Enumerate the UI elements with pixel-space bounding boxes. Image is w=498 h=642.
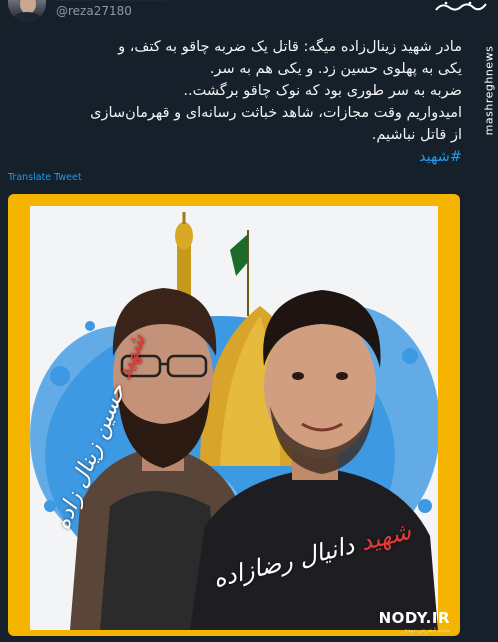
memorial-poster: شهید حسین زینال زاده شهید دانیال رضازاده bbox=[30, 206, 438, 630]
user-handle[interactable]: @reza27180 bbox=[56, 4, 132, 18]
side-watermark: mashreghnews bbox=[482, 20, 496, 160]
side-watermark-text: mashreghnews bbox=[482, 45, 496, 135]
avatar[interactable] bbox=[8, 0, 46, 22]
avatar-shirt bbox=[12, 12, 42, 22]
tweet-line: مادر شهید زینال‌زاده میگه: قاتل یک ضربه … bbox=[118, 39, 462, 55]
display-name-cropped bbox=[56, 0, 166, 1]
tweet-line: امیدواریم وقت مجازات، شاهد خباثت رسانه‌ا… bbox=[90, 105, 462, 121]
tweet-line: از قاتل نباشیم. bbox=[371, 127, 462, 143]
site-watermark: NODY.IR مجله اینترنتی نودی bbox=[379, 609, 450, 634]
green-flag bbox=[230, 234, 248, 276]
site-watermark-text: NODY.IR bbox=[378, 609, 450, 627]
tweet-header: @reza27180 bbox=[0, 0, 498, 28]
mashregh-logo-icon bbox=[435, 1, 487, 11]
tweet-text: مادر شهید زینال‌زاده میگه: قاتل یک ضربه … bbox=[14, 36, 462, 168]
hashtag-link[interactable]: #شهید bbox=[419, 149, 462, 165]
tweet-line: ضربه به سر طوری بود که نوک چاقو برگشت.. bbox=[183, 83, 462, 99]
tweet-media[interactable]: شهید حسین زینال زاده شهید دانیال رضازاده… bbox=[8, 194, 460, 636]
site-watermark-subtext: مجله اینترنتی نودی bbox=[403, 627, 450, 634]
translate-tweet-link[interactable]: Translate Tweet bbox=[8, 172, 82, 183]
tweet-line: یکی به پهلوی حسین زد. و یکی هم به سر. bbox=[209, 61, 462, 77]
